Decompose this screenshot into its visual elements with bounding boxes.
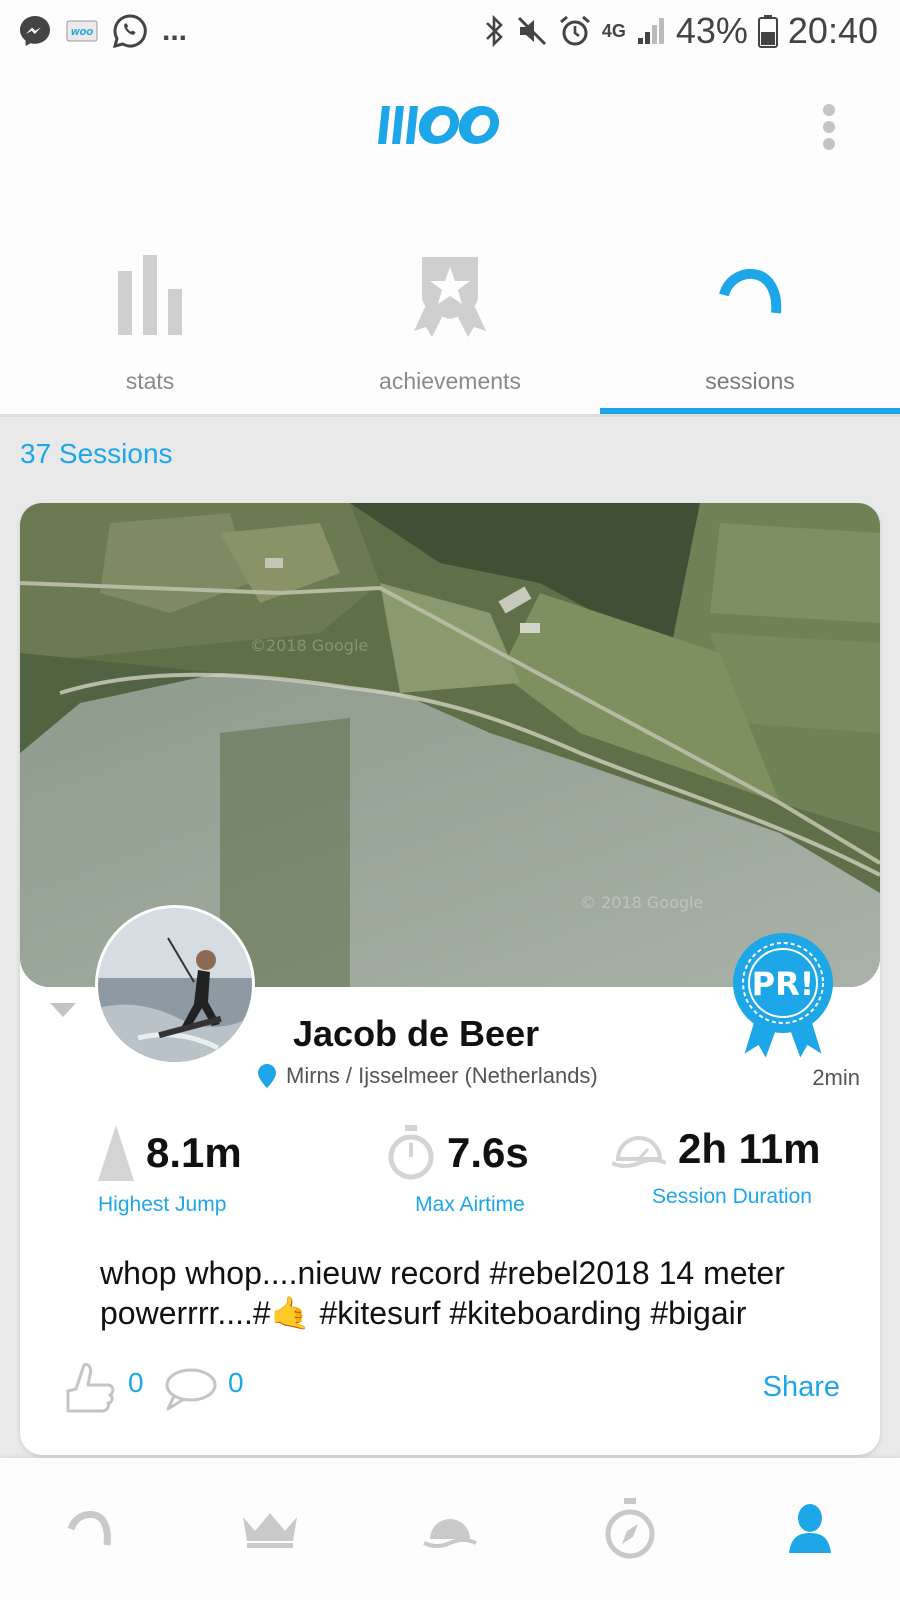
pr-badge-icon: PR! (733, 933, 833, 1061)
stat-value: 2h 11m (678, 1125, 821, 1172)
stat-session-duration: 2h 11m Session Duration (612, 1125, 852, 1209)
card-actions: 0 0 Share (20, 1353, 880, 1423)
stat-highest-jump: 8.1m Highest Jump (98, 1125, 248, 1217)
comment-icon[interactable] (162, 1367, 218, 1411)
share-button[interactable]: Share (763, 1371, 840, 1404)
stat-label: Max Airtime (415, 1193, 525, 1216)
battery-icon (757, 15, 778, 48)
session-stats: 8.1m Highest Jump 7.6s Max Airtime 2h 11… (20, 1125, 880, 1235)
caption-line: powerrrr....#🤙 #kitesurf #kiteboarding #… (100, 1293, 860, 1333)
signal-icon (637, 18, 664, 44)
comment-count: 0 (228, 1367, 244, 1398)
user-name[interactable]: Jacob de Beer (293, 1013, 539, 1055)
jump-icon (98, 1125, 134, 1181)
more-vert-icon[interactable] (818, 102, 840, 152)
nav-profile[interactable] (720, 1458, 900, 1600)
divider (0, 414, 900, 417)
stat-max-airtime: 7.6s Max Airtime (375, 1125, 565, 1217)
tab-sessions[interactable]: sessions (600, 202, 900, 414)
alarm-icon (559, 15, 590, 46)
tab-label: stats (125, 368, 175, 394)
caption-text: #kitesurf #kiteboarding #bigair (310, 1295, 747, 1331)
sessions-arc-icon (710, 250, 790, 340)
time-ago: 2min (812, 1065, 860, 1090)
stat-label: Session Duration (652, 1185, 812, 1208)
mail-icon: WOO (66, 20, 98, 42)
stat-value: 8.1m (146, 1129, 242, 1176)
badge-star-icon (410, 250, 490, 340)
nav-spots[interactable] (360, 1458, 540, 1600)
more-notifications-text: ... (162, 14, 188, 47)
tab-stats[interactable]: stats (0, 202, 300, 414)
sessions-count: 37 Sessions (20, 438, 173, 469)
status-bar: WOO ... 4G 43% 20:40 (0, 0, 900, 62)
profile-icon (789, 1504, 831, 1553)
thumbs-up-icon[interactable] (62, 1361, 118, 1417)
woo-logo (378, 106, 500, 144)
network-type: 4G (601, 20, 626, 41)
map-watermark: ©2018 Google (250, 636, 368, 655)
bar-chart-icon (110, 250, 190, 340)
spot-icon (423, 1519, 477, 1548)
caption-text: powerrrr....# (100, 1295, 271, 1331)
mute-icon (517, 16, 546, 46)
stopwatch-icon (388, 1125, 434, 1180)
location-pin-icon (258, 1064, 276, 1088)
map-watermark: © 2018 Google (580, 893, 703, 912)
tab-achievements[interactable]: achievements (300, 202, 600, 414)
location-text: Mirns / Ijsselmeer (Netherlands) (286, 1063, 598, 1088)
app-header (0, 62, 900, 202)
stat-value: 7.6s (447, 1129, 529, 1176)
shaka-emoji-icon: 🤙 (270, 1295, 311, 1331)
bottom-nav (0, 1458, 900, 1600)
sessions-arc-icon (67, 1511, 111, 1546)
system-status: 4G 43% 20:40 (482, 10, 878, 52)
tab-label: sessions (705, 368, 795, 394)
svg-text:WOO: WOO (71, 28, 94, 37)
bluetooth-icon (485, 14, 503, 48)
like-count: 0 (128, 1367, 144, 1398)
location: Mirns / Ijsselmeer (Netherlands) (258, 1063, 598, 1089)
crown-icon (243, 1513, 297, 1548)
nav-explore[interactable] (540, 1458, 720, 1600)
caption-line: whop whop....nieuw record #rebel2018 14 … (100, 1255, 785, 1291)
avatar[interactable] (95, 905, 255, 1065)
battery-percent: 43% (675, 10, 748, 51)
messenger-icon (20, 16, 50, 46)
nav-leaderboard[interactable] (180, 1458, 360, 1600)
duration-icon (612, 1136, 666, 1168)
collapse-icon[interactable] (50, 1003, 76, 1019)
session-caption: whop whop....nieuw record #rebel2018 14 … (100, 1253, 860, 1333)
compass-icon (605, 1498, 655, 1559)
whatsapp-icon (112, 14, 147, 49)
profile-tabs: stats achievements sessions (0, 202, 900, 414)
clock-time: 20:40 (787, 10, 878, 51)
stat-label: Highest Jump (98, 1193, 227, 1216)
pr-badge-label: PR! (752, 965, 815, 1003)
notification-icons: WOO ... (18, 13, 187, 49)
nav-sessions[interactable] (0, 1458, 180, 1600)
tab-label: achievements (379, 368, 521, 394)
session-card[interactable]: ©2018 Google © 2018 Google PR! Jacob de … (20, 503, 880, 1455)
